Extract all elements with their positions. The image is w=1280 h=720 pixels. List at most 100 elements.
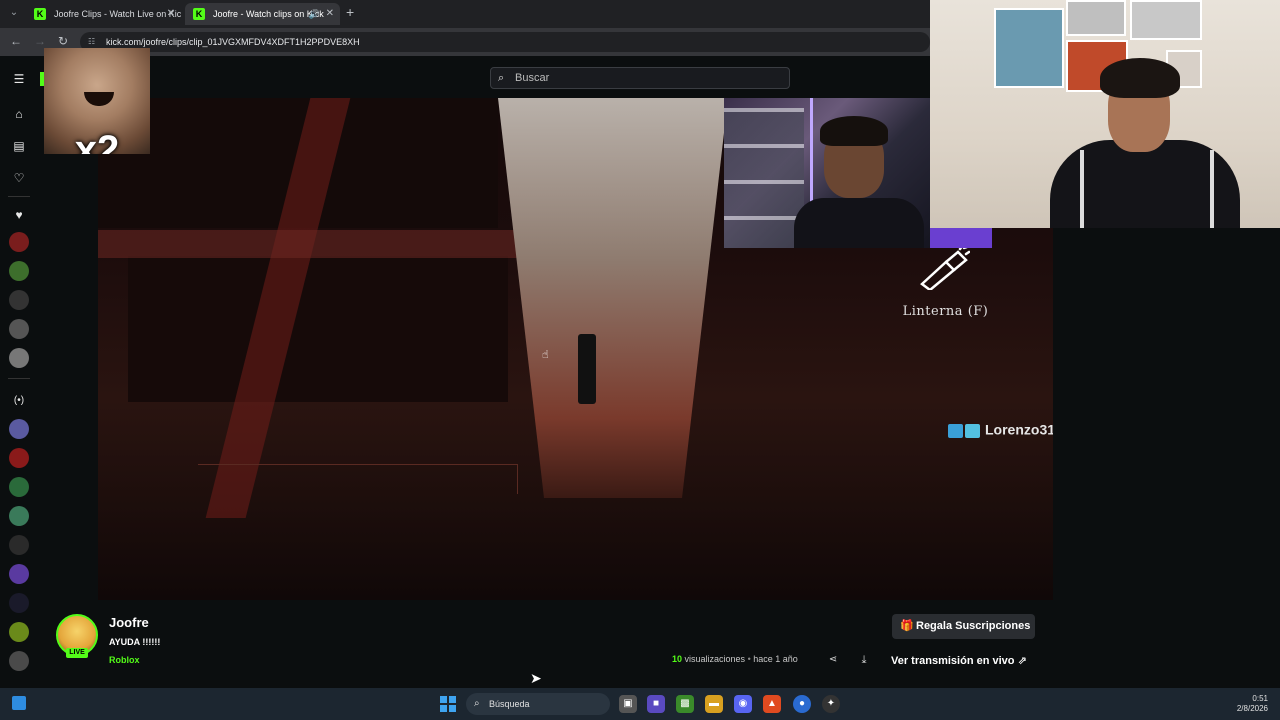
cam-hair	[1100, 58, 1180, 98]
cam-hair	[820, 116, 888, 146]
game-beam	[98, 230, 518, 258]
channel-avatar[interactable]	[9, 651, 29, 671]
wall-poster	[1066, 0, 1126, 36]
gift-icon: 🎁	[900, 620, 914, 632]
browser-tab-active[interactable]: K Joofre - Watch clips on Kick 🔊 ✕	[185, 3, 340, 25]
browse-icon[interactable]: ▤	[10, 137, 28, 155]
reload-icon[interactable]: ↻	[58, 34, 68, 48]
flashlight-icon	[920, 246, 970, 290]
tab-title: Joofre Clips - Watch Live on Kick	[54, 9, 181, 19]
channel-avatar[interactable]	[9, 348, 29, 368]
posted-time: hace 1 año	[753, 654, 798, 664]
discord-app-icon[interactable]: ◉	[734, 695, 752, 713]
jacket-stripe	[1080, 150, 1084, 228]
channel-avatar[interactable]	[9, 261, 29, 281]
channel-avatar[interactable]	[9, 564, 29, 584]
taskbar-search-label: Búsqueda	[489, 699, 530, 709]
chat-username: Lorenzo31_0	[985, 421, 1053, 438]
kick-favicon-icon: K	[193, 8, 205, 20]
webcam-reaction-overlay	[930, 0, 1280, 228]
search-input[interactable]: ⌕ Buscar	[490, 67, 790, 89]
search-icon: ⌕	[498, 72, 505, 84]
chat-badge-icon	[965, 424, 980, 438]
gift-button-label: Regala Suscripciones	[916, 620, 1031, 632]
stream-title: AYUDA !!!!!!	[109, 637, 161, 647]
clock-date: 2/8/2026	[1236, 704, 1268, 713]
url-text: kick.com/joofre/clips/clip_01JVGXMFDV4XD…	[106, 37, 360, 47]
windows-start-icon[interactable]	[440, 696, 456, 712]
meme-overlay-image: x2	[44, 48, 150, 154]
game-floor-edge	[198, 464, 518, 494]
close-tab-icon[interactable]: ✕	[326, 3, 334, 25]
meta-separator: •	[747, 654, 751, 664]
following-heart-icon[interactable]: ♡	[10, 169, 28, 187]
download-icon[interactable]: ⤓	[857, 653, 871, 667]
watch-live-link[interactable]: Ver transmisión en vivo ⇗	[891, 654, 1027, 667]
home-icon[interactable]: ⌂	[10, 105, 28, 123]
hand-cursor-icon: ☝	[542, 349, 549, 361]
speaker-icon[interactable]: 🔊	[309, 3, 320, 25]
overlay-counter: x2	[74, 128, 120, 154]
live-badge: LIVE	[66, 648, 88, 658]
chrome-app-icon[interactable]: ●	[793, 695, 811, 713]
menu-icon[interactable]: ☰	[10, 70, 28, 88]
channel-avatar[interactable]	[9, 290, 29, 310]
channel-avatar[interactable]	[9, 232, 29, 252]
meme-mouth	[84, 92, 114, 106]
channel-avatar[interactable]	[9, 593, 29, 613]
back-arrow-icon[interactable]: ←	[10, 34, 22, 48]
kick-favicon-icon: K	[34, 8, 46, 20]
app-icon[interactable]: ✦	[822, 695, 840, 713]
forward-arrow-icon[interactable]: →	[34, 34, 46, 48]
channel-avatar[interactable]	[9, 319, 29, 339]
meet-app-icon[interactable]: ■	[647, 695, 665, 713]
views-count: 10	[672, 654, 683, 664]
channel-avatar[interactable]	[9, 535, 29, 555]
widgets-icon[interactable]	[12, 696, 26, 710]
search-placeholder: Buscar	[515, 72, 550, 84]
webcam-game-overlay	[724, 98, 930, 248]
taskbar-search-input[interactable]: ⌕ Búsqueda	[466, 693, 610, 715]
channel-avatar[interactable]	[9, 477, 29, 497]
chat-badge-icon	[948, 424, 963, 438]
task-view-icon[interactable]: ▣	[619, 695, 637, 713]
left-sidebar: ☰ ⌂ ▤ ♡ ♥ (•)	[0, 56, 38, 688]
tab-search-icon[interactable]: ⌄	[6, 5, 22, 21]
brave-app-icon[interactable]: ▲	[763, 695, 781, 713]
file-explorer-icon[interactable]: ▬	[705, 695, 723, 713]
channel-avatar[interactable]	[9, 419, 29, 439]
external-link-icon: ⇗	[1017, 655, 1027, 667]
cam-frame-accent	[930, 228, 992, 248]
jacket-stripe	[1210, 150, 1214, 228]
cam-shelf	[724, 108, 804, 248]
divider	[8, 378, 30, 379]
watch-live-label: Ver transmisión en vivo	[891, 655, 1015, 667]
tab-title: Joofre - Watch clips on Kick	[213, 9, 324, 19]
address-bar[interactable]: ☷ kick.com/joofre/clips/clip_01JVGXMFDV4…	[80, 32, 930, 52]
stream-chat-overlay: Lorenzo31_0 :	[948, 421, 1053, 441]
wall-poster	[1130, 0, 1202, 40]
search-icon: ⌕	[474, 698, 480, 709]
live-broadcast-icon: (•)	[13, 395, 25, 406]
channel-avatar[interactable]	[9, 448, 29, 468]
channel-avatar[interactable]	[9, 622, 29, 642]
browser-tab-clips[interactable]: K Joofre Clips - Watch Live on Kick ✕	[26, 3, 181, 25]
wall-poster	[994, 8, 1064, 88]
taskbar-clock[interactable]: 0:51 2/8/2026	[1228, 694, 1268, 714]
divider	[8, 196, 30, 197]
stream-category[interactable]: Roblox	[109, 655, 140, 665]
new-tab-plus-icon[interactable]: +	[346, 4, 354, 20]
windows-taskbar: ⌕ Búsqueda ▣ ■ ▩ ▬ ◉ ▲ ● ✦ 0:51 2/8/2026	[0, 688, 1280, 720]
followed-heart-icon: ♥	[15, 208, 23, 222]
minecraft-app-icon[interactable]: ▩	[676, 695, 694, 713]
share-icon[interactable]: ⋖	[826, 653, 840, 667]
game-window-dark	[128, 256, 508, 402]
game-door-handle	[578, 334, 596, 404]
cam-body	[794, 198, 924, 248]
screen: ⌄ K Joofre Clips - Watch Live on Kick ✕ …	[0, 0, 1280, 720]
gift-subscriptions-button[interactable]: 🎁 Regala Suscripciones	[892, 614, 1035, 639]
channel-avatar[interactable]	[9, 506, 29, 526]
close-tab-icon[interactable]: ✕	[167, 3, 175, 25]
streamer-name[interactable]: Joofre	[109, 615, 149, 630]
game-hud-label: Linterna (F)	[902, 304, 989, 319]
